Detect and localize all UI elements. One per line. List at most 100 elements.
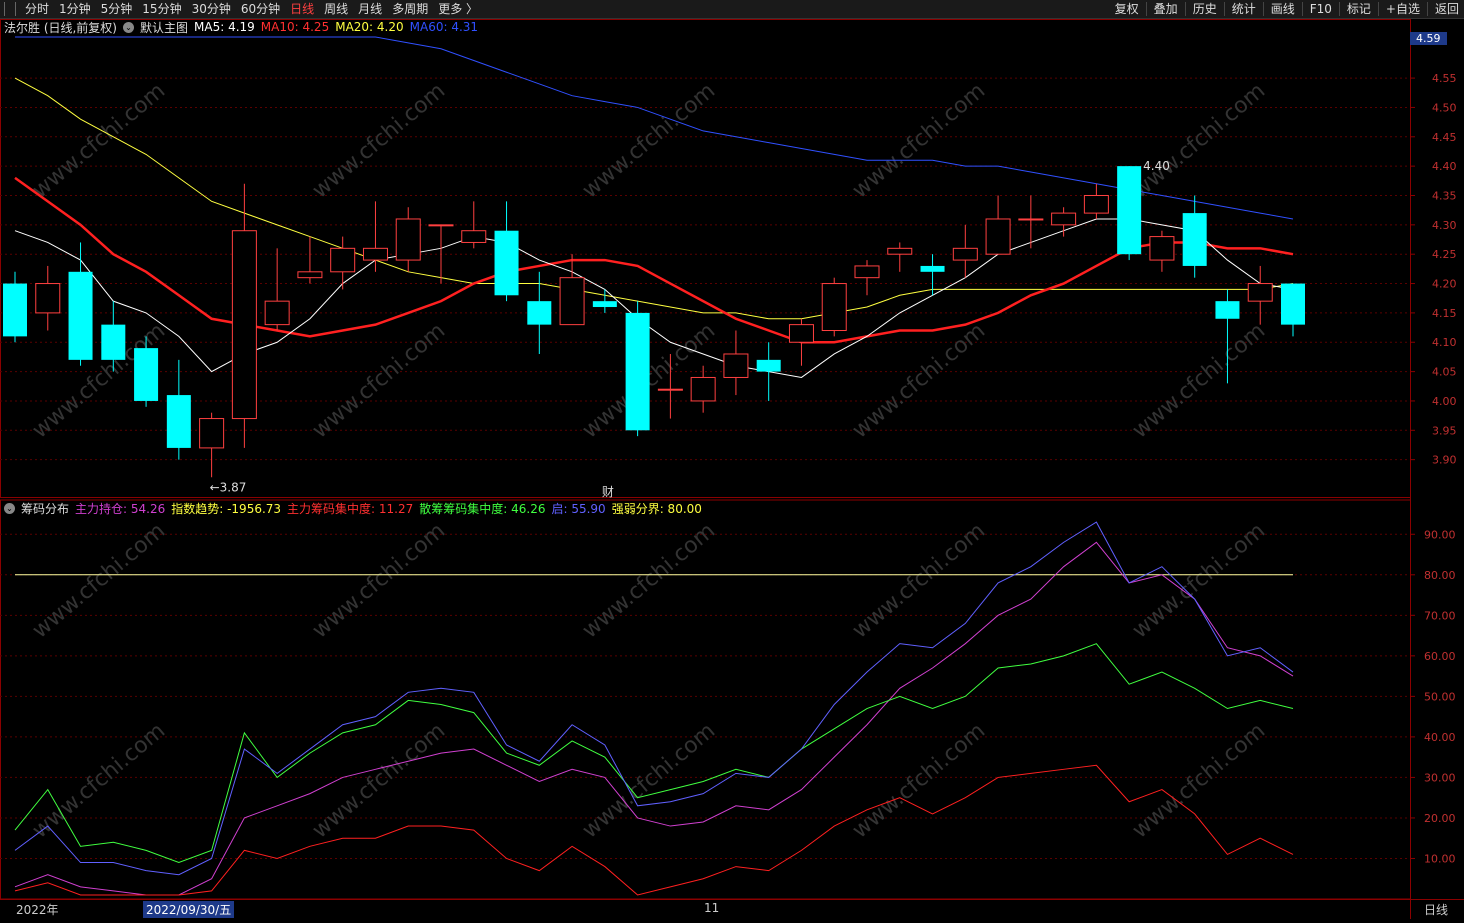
low-annotation: ←3.87 xyxy=(210,480,247,494)
candle-body xyxy=(1117,166,1142,255)
toolbar-button[interactable]: 标记 xyxy=(1342,0,1376,18)
toolbar-left: 分时 1分钟 5分钟 15分钟 30分钟 60分钟 日线 周线 月线 多周期 更多 〉 xyxy=(0,0,483,18)
month-label: 11 xyxy=(704,901,720,915)
watermark-text: www.cfchi.com xyxy=(578,78,720,203)
watermark-text: www.cfchi.com xyxy=(1128,518,1270,643)
period-tab[interactable]: 日线 xyxy=(285,0,319,18)
candle-body xyxy=(788,324,814,343)
price-tick-label: 4.50 xyxy=(1432,101,1457,114)
period-tab[interactable]: 更多 〉 xyxy=(433,0,483,18)
watermark-text: www.cfchi.com xyxy=(308,718,450,843)
candle-body xyxy=(657,388,683,391)
period-tab[interactable]: 多周期 xyxy=(387,0,433,18)
toolbar-button[interactable]: +自选 xyxy=(1381,0,1425,18)
toolbar: 分时 1分钟 5分钟 15分钟 30分钟 60分钟 日线 周线 月线 多周期 更多 〉 复权 叠加 历史… xyxy=(0,0,1464,19)
template-name[interactable]: 默认主图 xyxy=(140,19,188,36)
sub-series-line xyxy=(14,541,1294,896)
candle-body xyxy=(297,271,323,279)
watermark-text: www.cfchi.com xyxy=(578,718,720,843)
watermark-text: www.cfchi.com xyxy=(1128,718,1270,843)
sub-indicator-name[interactable]: 筹码分布 xyxy=(21,500,69,517)
sub-tick-label: 70.00 xyxy=(1424,609,1456,622)
candle-body xyxy=(854,265,880,279)
period-tab[interactable]: 60分钟 xyxy=(236,0,285,18)
price-tick-label: 4.45 xyxy=(1432,131,1457,144)
chart-area[interactable]: 4.55 4.50 4.45 4.40 4.35 4.30 4.25 4.20 4.15 4.10… xyxy=(0,19,1464,920)
candle-body xyxy=(690,376,716,402)
ma20-value: MA20: 4.20 xyxy=(335,20,404,34)
watermark-text: www.cfchi.com xyxy=(848,78,990,203)
ma10-value: MA10: 4.25 xyxy=(260,20,330,34)
period-tab[interactable]: 1分钟 xyxy=(54,0,96,18)
toolbar-button[interactable]: F10 xyxy=(1305,0,1337,18)
candle-body xyxy=(428,224,454,227)
main-hold-value: 主力持仓: 54.26 xyxy=(75,501,166,516)
watermark-text: www.cfchi.com xyxy=(578,518,720,643)
toolbar-separator xyxy=(1223,2,1225,16)
toolbar-separator xyxy=(1145,2,1147,16)
qi-value: 启: 55.90 xyxy=(551,501,606,516)
date-cursor-tag: 2022/09/30/五 xyxy=(143,901,235,918)
price-tick-label: 4.30 xyxy=(1432,219,1457,232)
period-label[interactable]: 日线 xyxy=(1424,901,1448,918)
toolbar-button[interactable]: 统计 xyxy=(1227,0,1261,18)
price-tick-label: 4.55 xyxy=(1432,72,1457,85)
candle-body xyxy=(134,348,159,401)
toolbar-separator xyxy=(1262,2,1264,16)
candle-body xyxy=(3,283,27,337)
candle-body xyxy=(395,218,421,261)
toolbar-button[interactable]: 复权 xyxy=(1110,0,1144,18)
index-trend-value: 指数趋势: -1956.73 xyxy=(171,501,282,516)
toolbar-button[interactable]: 画线 xyxy=(1266,0,1300,18)
current-price-tag: 4.59 xyxy=(1410,32,1447,45)
sub-tick-label: 10.00 xyxy=(1424,852,1456,865)
watermark-text: www.cfchi.com xyxy=(308,318,450,443)
ma5-line xyxy=(14,218,1294,378)
period-tab[interactable]: 30分钟 xyxy=(187,0,236,18)
period-tab[interactable]: 15分钟 xyxy=(137,0,186,18)
period-tab[interactable]: 周线 xyxy=(319,0,353,18)
sub-series-line xyxy=(14,643,1294,864)
period-tab[interactable]: 分时 xyxy=(20,0,54,18)
candle-body xyxy=(821,283,847,332)
sub-tick-label: 80.00 xyxy=(1424,569,1456,582)
toolbar-separator xyxy=(1301,2,1303,16)
kline-chart[interactable]: 4.55 4.50 4.45 4.40 4.35 4.30 4.25 4.20 4.15 4.10… xyxy=(0,19,1464,920)
candle-body xyxy=(166,395,191,448)
sub-panel-border xyxy=(0,499,1411,900)
watermark-text: www.cfchi.com xyxy=(1128,78,1270,203)
sub-tick-label: 50.00 xyxy=(1424,690,1456,703)
candle-body xyxy=(231,230,257,420)
toolbar-grip-icon[interactable] xyxy=(4,2,16,16)
chevron-down-icon[interactable]: ⌄ xyxy=(123,21,134,33)
watermark-text: www.cfchi.com xyxy=(1128,318,1270,443)
candle-body xyxy=(887,247,913,255)
watermark-text: www.cfchi.com xyxy=(308,78,450,203)
candle-body xyxy=(985,218,1011,255)
candle-body xyxy=(1149,236,1175,261)
price-tick-label: 4.40 xyxy=(1432,160,1457,173)
watermark-text: www.cfchi.com xyxy=(28,518,170,643)
price-tick-label: 4.25 xyxy=(1432,248,1457,261)
price-tick-label: 4.15 xyxy=(1432,307,1457,320)
finance-marker: 财 xyxy=(602,485,614,499)
toolbar-button[interactable]: 历史 xyxy=(1188,0,1222,18)
price-tick-label: 3.90 xyxy=(1432,454,1457,467)
sub-tick-label: 20.00 xyxy=(1424,812,1456,825)
stock-title[interactable]: 法尔胜 (日线,前复权) xyxy=(4,19,117,36)
toolbar-button[interactable]: 返回 xyxy=(1430,0,1464,18)
sub-legend: ⌄ 筹码分布 主力持仓: 54.26 指数趋势: -1956.73 主力筹码集中… xyxy=(4,500,708,516)
main-legend: 法尔胜 (日线,前复权) ⌄ 默认主图 MA5: 4.19 MA10: 4.25… xyxy=(4,19,484,35)
candle-body xyxy=(756,359,781,372)
period-tab[interactable]: 月线 xyxy=(353,0,387,18)
sub-tick-label: 60.00 xyxy=(1424,650,1456,663)
period-tab[interactable]: 5分钟 xyxy=(96,0,138,18)
price-tick-label: 4.10 xyxy=(1432,336,1457,349)
chevron-down-icon[interactable]: ⌄ xyxy=(4,502,15,514)
retail-conc-value: 散筹筹码集中度: 46.26 xyxy=(419,501,546,516)
toolbar-right: 复权 叠加 历史 统计 画线 F10 标记 +自选 返回 xyxy=(1110,0,1464,18)
candle-body xyxy=(264,300,290,326)
toolbar-separator xyxy=(1426,2,1428,16)
candle-body xyxy=(199,418,225,449)
toolbar-button[interactable]: 叠加 xyxy=(1149,0,1183,18)
